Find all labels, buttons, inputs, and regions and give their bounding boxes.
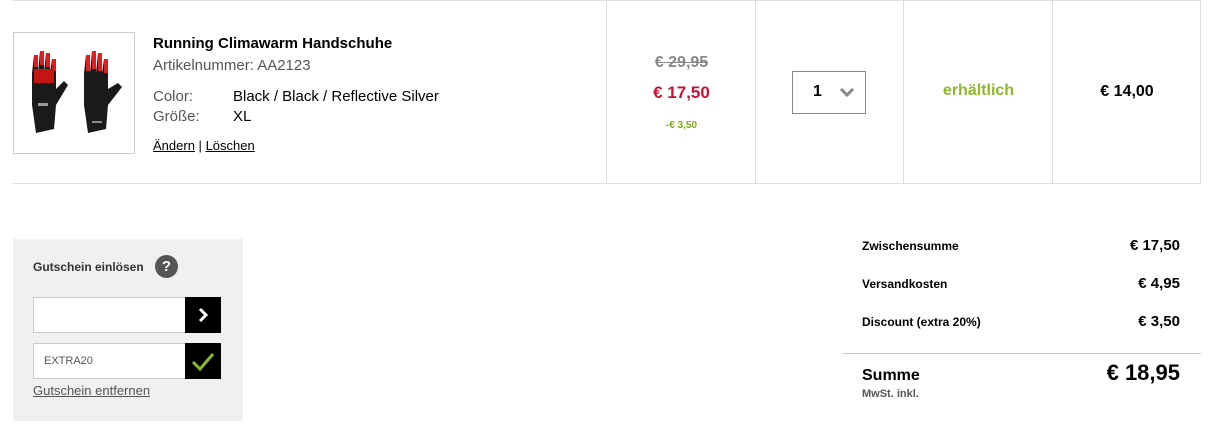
quantity-cell: 1 (755, 1, 903, 184)
item-actions: Ändern | Löschen (153, 138, 255, 153)
saving-amount: -€ 3,50 (665, 120, 698, 131)
discount-label: Discount (extra 20%) (862, 315, 981, 329)
coupon-title: Gutschein einlösen (33, 260, 144, 274)
applied-coupon-field: EXTRA20 (33, 343, 186, 379)
coupon-box: Gutschein einlösen ? EXTRA20 Gutschein e… (13, 239, 243, 421)
availability-status: erhältlich (942, 82, 1015, 99)
chevron-down-icon (839, 87, 855, 98)
price-cell: € 29,95 € 17,50 -€ 3,50 (606, 1, 755, 184)
product-image[interactable] (13, 32, 135, 154)
shipping-value: € 4,95 (1138, 275, 1180, 292)
attribute-color-value: Black / Black / Reflective Silver (233, 88, 439, 105)
subtotal-value: € 17,50 (1129, 237, 1180, 254)
applied-coupon-code: EXTRA20 (44, 355, 93, 367)
order-totals: Zwischensumme € 17,50 Versandkosten € 4,… (842, 230, 1201, 420)
cart-item-row: Running Climawarm Handschuhe Artikelnumm… (13, 0, 1201, 184)
quantity-select[interactable]: 1 (792, 71, 866, 114)
delete-link[interactable]: Löschen (206, 138, 255, 153)
old-price: € 29,95 (654, 54, 709, 71)
total-label: Summe (862, 367, 920, 384)
edit-link[interactable]: Ändern (153, 138, 195, 153)
coupon-applied-indicator (185, 343, 221, 379)
availability-cell: erhältlich (903, 1, 1052, 184)
chevron-right-icon (198, 307, 209, 323)
item-info-cell: Running Climawarm Handschuhe Artikelnumm… (13, 1, 606, 184)
check-icon (191, 353, 215, 372)
product-sku: Artikelnummer: AA2123 (153, 57, 311, 74)
total-value: € 18,95 (1106, 360, 1180, 385)
sale-price: € 17,50 (653, 83, 710, 102)
vat-note: MwSt. inkl. (862, 388, 919, 400)
attribute-size-label: Größe: (153, 108, 200, 125)
gloves-icon (32, 51, 122, 133)
discount-value: € 3,50 (1138, 313, 1180, 330)
totals-divider (842, 353, 1201, 354)
coupon-input[interactable] (33, 297, 186, 333)
remove-coupon-link[interactable]: Gutschein entfernen (33, 383, 150, 398)
product-title[interactable]: Running Climawarm Handschuhe (153, 35, 392, 52)
attribute-size-value: XL (233, 108, 252, 125)
coupon-submit-button[interactable] (185, 297, 221, 333)
row-total-cell: € 14,00 (1052, 1, 1200, 184)
action-separator: | (198, 138, 202, 153)
subtotal-label: Zwischensumme (862, 239, 959, 253)
shipping-label: Versandkosten (862, 277, 948, 291)
help-icon[interactable]: ? (155, 255, 178, 278)
attribute-color-label: Color: (153, 88, 194, 105)
row-total: € 14,00 (1100, 83, 1154, 100)
quantity-value: 1 (813, 83, 822, 100)
